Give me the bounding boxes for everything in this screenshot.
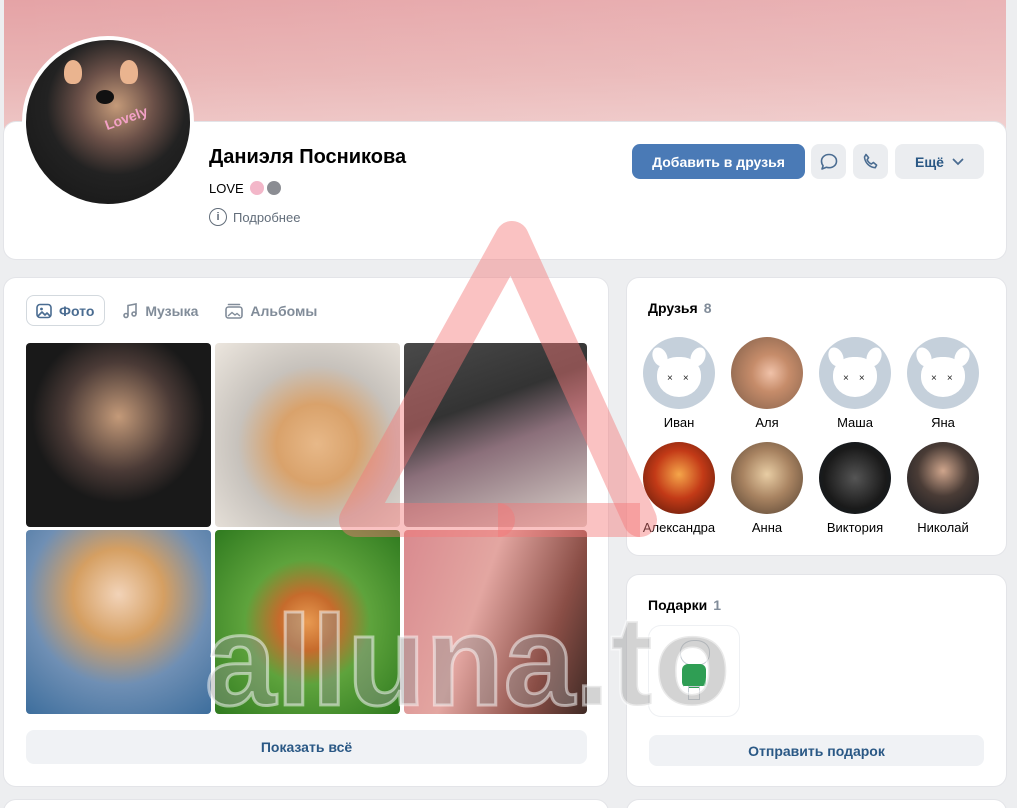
call-button[interactable]: [853, 144, 888, 179]
next-card: [4, 800, 608, 808]
tab-music-label: Музыка: [145, 302, 199, 319]
add-friend-button[interactable]: Добавить в друзья: [632, 144, 805, 179]
friend-item[interactable]: Виктория: [811, 442, 899, 535]
gift-dog-sticker-icon: [674, 640, 714, 702]
deactivated-avatar-icon: ××: [819, 337, 891, 409]
friend-name: Маша: [837, 415, 873, 430]
gifts-card: Подарки 1 Отправить подарок: [627, 575, 1006, 786]
friend-item[interactable]: ×× Маша: [811, 337, 899, 430]
avatar-caption: Lovely: [102, 102, 150, 134]
friend-name: Иван: [663, 415, 695, 430]
tab-music[interactable]: Музыка: [113, 295, 208, 326]
friend-item[interactable]: Николай: [899, 442, 987, 535]
album-icon: [225, 303, 244, 319]
profile-status-text: LOVE: [209, 181, 244, 196]
friends-title-label: Друзья: [648, 300, 698, 316]
media-tabs: Фото Музыка Альбомы: [26, 295, 327, 326]
friend-item[interactable]: ×× Яна: [899, 337, 987, 430]
media-card: Фото Музыка Альбомы Показать всё: [4, 278, 608, 786]
friend-avatar: [731, 337, 803, 409]
chevron-down-icon: [952, 158, 964, 165]
friend-name: Александра: [642, 520, 716, 535]
friend-item[interactable]: Александра: [635, 442, 723, 535]
photo-thumbnail[interactable]: [404, 343, 587, 527]
friend-avatar: [731, 442, 803, 514]
profile-status: LOVE: [209, 181, 282, 196]
friend-name: Николай: [917, 520, 969, 535]
image-icon: [36, 303, 52, 318]
friend-avatar: [643, 442, 715, 514]
message-icon: [820, 153, 837, 170]
more-button-label: Ещё: [915, 153, 944, 170]
deactivated-avatar-icon: ××: [643, 337, 715, 409]
friend-item[interactable]: Аля: [723, 337, 811, 430]
tab-photos[interactable]: Фото: [26, 295, 106, 326]
friend-item[interactable]: ×× Иван: [635, 337, 723, 430]
gifts-title[interactable]: Подарки 1: [648, 597, 721, 613]
friend-name: Аля: [755, 415, 779, 430]
photo-thumbnail[interactable]: [215, 343, 400, 527]
gifts-count: 1: [713, 597, 722, 613]
message-button[interactable]: [811, 144, 846, 179]
photo-grid: [26, 343, 587, 717]
tab-photos-label: Фото: [59, 302, 95, 319]
photo-thumbnail[interactable]: [215, 530, 400, 714]
photo-thumbnail[interactable]: [26, 343, 211, 527]
send-gift-button[interactable]: Отправить подарок: [649, 735, 984, 766]
music-note-icon: [123, 302, 138, 318]
profile-name: Даниэля Посникова: [209, 146, 407, 168]
pig-emoji-icon: [250, 181, 265, 195]
friends-card: Друзья 8 ×× Иван Аля ×× Маша ×× Яна Алекс…: [627, 278, 1006, 555]
photo-thumbnail[interactable]: [26, 530, 211, 714]
photo-thumbnail[interactable]: [404, 530, 587, 714]
friend-item[interactable]: Анна: [723, 442, 811, 535]
wolf-emoji-icon: [267, 181, 282, 195]
next-card: [627, 800, 1006, 808]
profile-details-label: Подробнее: [233, 209, 301, 225]
more-button[interactable]: Ещё: [895, 144, 984, 179]
phone-icon: [863, 153, 877, 168]
gift-item[interactable]: [649, 626, 739, 716]
friend-avatar: [819, 442, 891, 514]
show-all-photos-button[interactable]: Показать всё: [26, 730, 587, 764]
friends-count: 8: [703, 300, 712, 316]
deactivated-avatar-icon: ××: [907, 337, 979, 409]
info-icon: i: [209, 208, 227, 226]
avatar-ear-left: [64, 60, 82, 84]
avatar-ear-right: [120, 60, 138, 84]
friend-name: Анна: [751, 520, 783, 535]
tab-albums-label: Альбомы: [250, 302, 318, 319]
friend-name: Яна: [931, 415, 955, 430]
profile-avatar[interactable]: Lovely: [22, 36, 194, 208]
friend-name: Виктория: [826, 520, 884, 535]
profile-details-link[interactable]: i Подробнее: [209, 208, 300, 226]
friend-avatar: [907, 442, 979, 514]
avatar-nose: [96, 90, 114, 104]
friends-title[interactable]: Друзья 8: [648, 300, 711, 316]
gifts-title-label: Подарки: [648, 597, 708, 613]
tab-albums[interactable]: Альбомы: [216, 295, 327, 326]
